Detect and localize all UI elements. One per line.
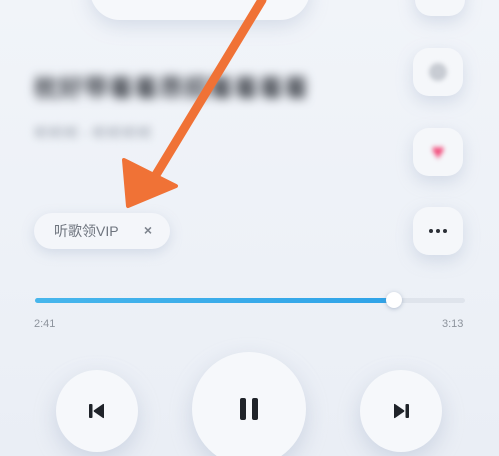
close-icon[interactable]: ×: [144, 222, 152, 238]
song-artist: 听听听 - 听听听听: [34, 125, 153, 142]
share-icon: [429, 63, 447, 81]
total-duration: 3:13: [442, 318, 464, 330]
player-screen: 枕好带着着昂招着着着着 听听听 - 听听听听 ♥ 听歌领VIP × 2:41 3…: [0, 0, 499, 456]
progress-thumb[interactable]: [386, 292, 403, 308]
share-button[interactable]: [413, 48, 463, 96]
next-button[interactable]: [360, 370, 442, 452]
top-card: [90, 0, 310, 20]
next-track-icon: [394, 403, 409, 419]
vip-chip[interactable]: 听歌领VIP ×: [34, 213, 170, 249]
song-title: 枕好带着着昂招着着着着: [34, 75, 309, 102]
progress-bar[interactable]: [35, 292, 465, 308]
pause-icon: [240, 398, 258, 420]
progress-fill: [35, 298, 395, 303]
top-right-button[interactable]: [415, 0, 465, 16]
vip-chip-label: 听歌领VIP: [54, 223, 119, 239]
previous-button[interactable]: [56, 370, 138, 452]
more-dots-icon: [429, 229, 447, 233]
play-pause-button[interactable]: [192, 352, 306, 456]
heart-icon: ♥: [431, 139, 445, 164]
elapsed-time: 2:41: [34, 318, 56, 330]
favorite-button[interactable]: ♥: [413, 128, 463, 176]
previous-track-icon: [89, 403, 104, 419]
more-button[interactable]: [413, 207, 463, 255]
